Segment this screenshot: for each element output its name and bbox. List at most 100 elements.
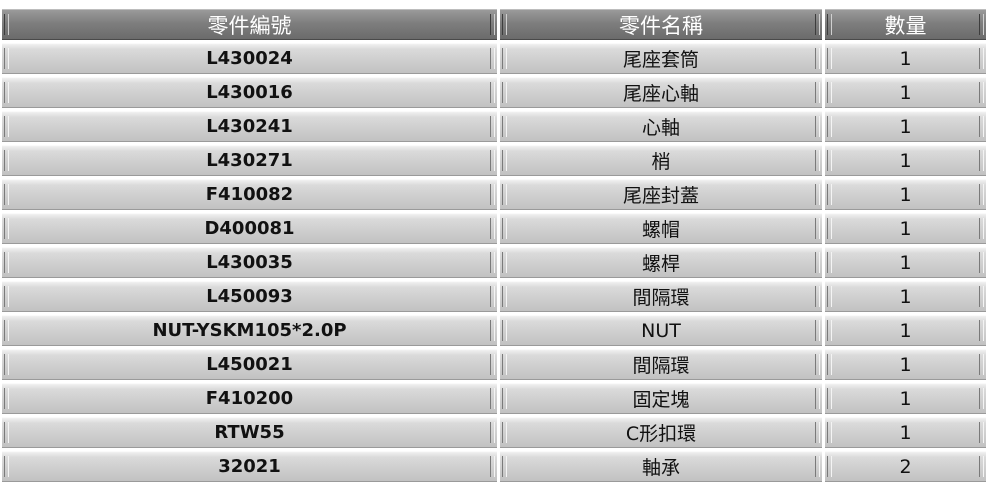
- part-no-value: L450021: [206, 354, 293, 375]
- table-row: L430271 梢 1: [2, 144, 986, 178]
- cell-part-name: 梢: [500, 145, 822, 176]
- part-name-value: C形扣環: [625, 423, 697, 445]
- part-name-value: 心軸: [641, 117, 680, 139]
- qty-value: 1: [899, 183, 912, 206]
- header-qty-label: 數量: [884, 13, 927, 38]
- table-row: L450093 間隔環 1: [2, 280, 986, 314]
- table-row: L430016 尾座心軸 1: [2, 76, 986, 110]
- part-name-value: 尾座套筒: [622, 49, 699, 71]
- part-no-value: 32021: [218, 456, 281, 477]
- cell-part-no: L450021: [2, 349, 497, 380]
- part-no-value: NUT-YSKM105*2.0P: [152, 320, 347, 341]
- cell-part-name: 心軸: [500, 111, 822, 142]
- cell-qty: 1: [825, 383, 986, 414]
- header-part-name-label: 零件名稱: [619, 13, 703, 38]
- cell-part-name: NUT: [500, 315, 822, 346]
- cell-qty: 1: [825, 349, 986, 380]
- cell-qty: 1: [825, 145, 986, 176]
- cell-qty: 1: [825, 43, 986, 74]
- part-no-value: L430024: [206, 48, 293, 69]
- qty-value: 1: [899, 319, 912, 342]
- part-name-value: 尾座心軸: [622, 83, 699, 105]
- header-cell-part-no: 零件編號: [2, 9, 497, 40]
- header-cell-qty: 數量: [825, 9, 986, 40]
- cell-part-name: 螺帽: [500, 213, 822, 244]
- cell-part-no: RTW55: [2, 417, 497, 448]
- part-name-value: 軸承: [641, 457, 680, 479]
- cell-part-name: 尾座封蓋: [500, 179, 822, 210]
- table-header: 零件編號 零件名稱 數量: [2, 8, 986, 42]
- cell-qty: 1: [825, 77, 986, 108]
- cell-part-name: C形扣環: [500, 417, 822, 448]
- cell-part-no: L430241: [2, 111, 497, 142]
- cell-part-name: 固定塊: [500, 383, 822, 414]
- part-no-value: L430016: [206, 82, 293, 103]
- qty-value: 1: [899, 387, 912, 410]
- part-name-value: 間隔環: [632, 355, 690, 377]
- cell-part-name: 間隔環: [500, 349, 822, 380]
- part-no-value: L430271: [206, 150, 293, 171]
- part-name-value: 間隔環: [632, 287, 690, 309]
- table-row: L430035 螺桿 1: [2, 246, 986, 280]
- cell-part-no: NUT-YSKM105*2.0P: [2, 315, 497, 346]
- qty-value: 1: [899, 149, 912, 172]
- cell-part-no: L430271: [2, 145, 497, 176]
- cell-part-name: 間隔環: [500, 281, 822, 312]
- part-no-value: F410200: [205, 388, 294, 409]
- cell-qty: 2: [825, 451, 986, 482]
- part-name-value: NUT: [641, 319, 681, 342]
- qty-value: 1: [899, 353, 912, 376]
- qty-value: 1: [899, 81, 912, 104]
- table-row: D400081 螺帽 1: [2, 212, 986, 246]
- part-no-value: L430241: [206, 116, 293, 137]
- cell-qty: 1: [825, 417, 986, 448]
- part-no-value: F410082: [205, 184, 294, 205]
- cell-part-name: 軸承: [500, 451, 822, 482]
- part-no-value: RTW55: [214, 422, 285, 443]
- cell-part-name: 尾座心軸: [500, 77, 822, 108]
- header-cell-part-name: 零件名稱: [500, 9, 822, 40]
- cell-part-no: F410200: [2, 383, 497, 414]
- qty-value: 1: [899, 251, 912, 274]
- table-row: NUT-YSKM105*2.0P NUT 1: [2, 314, 986, 348]
- qty-value: 1: [899, 115, 912, 138]
- cell-part-name: 螺桿: [500, 247, 822, 278]
- part-name-value: 梢: [651, 151, 671, 173]
- table-row: 32021 軸承 2: [2, 450, 986, 484]
- cell-part-no: L430024: [2, 43, 497, 74]
- parts-table: 零件編號 零件名稱 數量 L430024 尾座套筒 1 L430016 尾座心軸 1 L43…: [2, 8, 986, 482]
- cell-qty: 1: [825, 315, 986, 346]
- qty-value: 1: [899, 47, 912, 70]
- cell-part-no: L450093: [2, 281, 497, 312]
- part-name-value: 尾座封蓋: [622, 185, 699, 207]
- cell-qty: 1: [825, 213, 986, 244]
- table-row: L430024 尾座套筒 1: [2, 42, 986, 76]
- part-no-value: D400081: [204, 218, 295, 239]
- part-no-value: L450093: [206, 286, 293, 307]
- cell-qty: 1: [825, 179, 986, 210]
- cell-qty: 1: [825, 281, 986, 312]
- table-row: L430241 心軸 1: [2, 110, 986, 144]
- part-name-value: 螺桿: [641, 253, 680, 275]
- header-part-no-label: 零件編號: [207, 13, 292, 38]
- cell-part-no: D400081: [2, 213, 497, 244]
- part-no-value: L430035: [206, 252, 293, 273]
- cell-part-no: 32021: [2, 451, 497, 482]
- qty-value: 1: [899, 285, 912, 308]
- cell-part-no: F410082: [2, 179, 497, 210]
- cell-qty: 1: [825, 111, 986, 142]
- part-name-value: 螺帽: [641, 219, 680, 241]
- cell-qty: 1: [825, 247, 986, 278]
- table-body: L430024 尾座套筒 1 L430016 尾座心軸 1 L430241 心軸 1 L43027…: [2, 42, 986, 484]
- table-row: F410200 固定塊 1: [2, 382, 986, 416]
- cell-part-no: L430035: [2, 247, 497, 278]
- part-name-value: 固定塊: [632, 389, 690, 411]
- qty-value: 1: [899, 217, 912, 240]
- qty-value: 2: [899, 455, 912, 478]
- table-row: F410082 尾座封蓋 1: [2, 178, 986, 212]
- table-row: L450021 間隔環 1: [2, 348, 986, 382]
- cell-part-no: L430016: [2, 77, 497, 108]
- table-row: RTW55 C形扣環 1: [2, 416, 986, 450]
- qty-value: 1: [899, 421, 912, 444]
- cell-part-name: 尾座套筒: [500, 43, 822, 74]
